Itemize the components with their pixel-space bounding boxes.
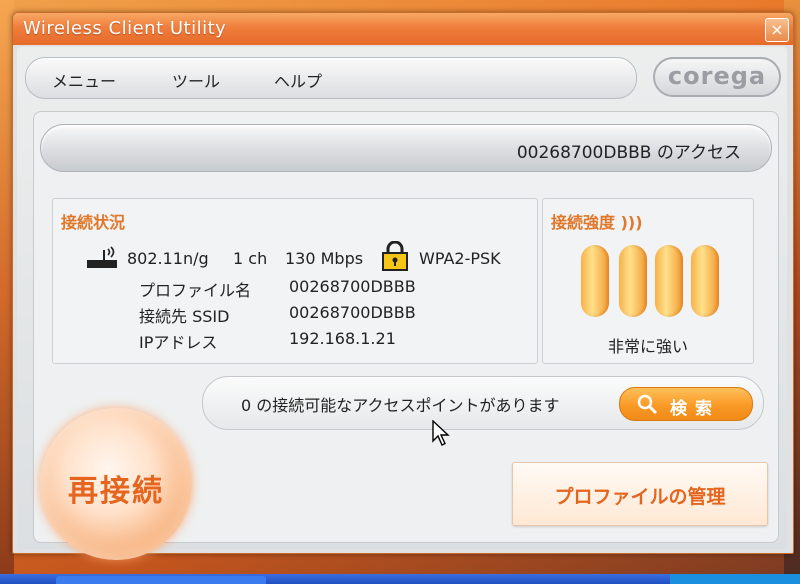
signal-strength-panel: 接続強度 ))) 非常に強い (542, 198, 754, 364)
corega-logo: corega (653, 57, 781, 97)
search-button[interactable]: 検索 (619, 387, 753, 421)
app-window: Wireless Client Utility × メニュー ツール ヘルプ c… (12, 12, 794, 560)
scan-bar: 0 の接続可能なアクセスポイントがあります 検索 (202, 376, 764, 430)
taskbar-window-button[interactable] (56, 576, 266, 584)
signal-bar (619, 245, 647, 317)
signal-strength-label: 非常に強い (607, 337, 688, 356)
client-area: メニュー ツール ヘルプ corega 00268700DBBB のアクセス 接… (17, 47, 787, 560)
reconnect-button-label: 再接続 (68, 474, 164, 509)
ip-address-value: 192.168.1.21 (289, 329, 396, 348)
ssid-value: 00268700DBBB (289, 303, 416, 322)
close-button[interactable]: × (765, 18, 789, 42)
antenna-icon (87, 246, 117, 268)
profile-name-label: プロファイル名 (139, 281, 252, 300)
signal-strength-title: 接続強度 ))) (551, 213, 643, 232)
access-point-text: 00268700DBBB のアクセス (516, 143, 741, 163)
ssid-label: 接続先 SSID (139, 307, 230, 326)
access-point-bar: 00268700DBBB のアクセス (40, 124, 772, 172)
window-title: Wireless Client Utility (23, 18, 227, 39)
reconnect-button[interactable]: 再接続 (40, 408, 192, 560)
signal-bar (655, 245, 683, 317)
manage-profiles-button[interactable]: プロファイルの管理 (512, 462, 768, 526)
magnifier-icon (637, 394, 658, 415)
menu-item-help[interactable]: ヘルプ (274, 68, 322, 92)
signal-bar (691, 245, 719, 317)
main-panel: 00268700DBBB のアクセス 接続状況 802.11n/g 1 ch 1… (33, 111, 779, 560)
channel: 1 ch (233, 249, 268, 268)
title-bar[interactable]: Wireless Client Utility × (13, 13, 793, 45)
menu-item-tools[interactable]: ツール (172, 68, 220, 92)
mouse-cursor-icon (432, 420, 450, 446)
menu-item-menu[interactable]: メニュー (52, 68, 116, 92)
system-tray (670, 574, 800, 584)
available-ap-message: 0 の接続可能なアクセスポイントがあります (241, 396, 560, 415)
security-type: WPA2-PSK (419, 249, 501, 268)
close-icon: × (770, 20, 784, 39)
signal-bar (581, 245, 609, 317)
connection-status-panel: 接続状況 802.11n/g 1 ch 130 Mbps WPA2-PSK プロ… (52, 198, 538, 364)
menu-bar: メニュー ツール ヘルプ (25, 57, 637, 99)
connection-status-title: 接続状況 (61, 213, 126, 232)
ip-address-label: IPアドレス (139, 333, 218, 352)
link-rate: 130 Mbps (285, 249, 364, 268)
manage-profiles-label: プロファイルの管理 (554, 486, 726, 508)
lock-icon (382, 241, 408, 271)
search-button-label: 検索 (670, 399, 720, 419)
taskbar (0, 574, 800, 584)
wireless-standard: 802.11n/g (127, 249, 209, 268)
profile-name-value: 00268700DBBB (289, 277, 416, 296)
